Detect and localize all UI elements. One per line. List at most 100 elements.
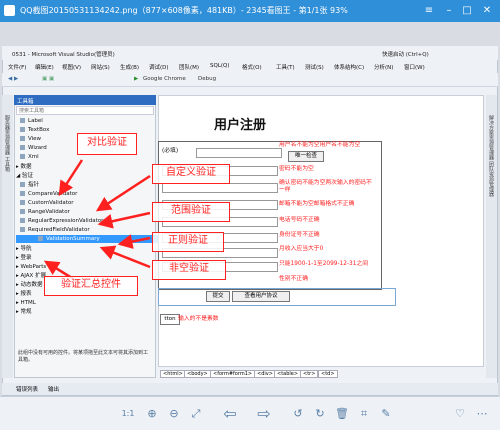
toolbox-item-rangevalidator[interactable]: RangeValidator: [20, 208, 70, 216]
error-email: 邮箱不能为空邮箱格式不正确: [279, 201, 355, 207]
actual-size-button[interactable]: 1:1: [118, 407, 138, 421]
read-agreement-button[interactable]: 查看用户协议: [232, 291, 290, 302]
confirm-password-input[interactable]: [162, 183, 278, 193]
crumb-tr[interactable]: <tr>: [300, 370, 319, 378]
crumb-html[interactable]: <html>: [160, 370, 186, 378]
menu-build[interactable]: 生成(B): [120, 63, 139, 71]
menu-website[interactable]: 网站(S): [91, 63, 110, 71]
vs-toolbar: ◀ ▶ ▣ ▣ ▶ Google Chrome Debug: [2, 73, 498, 87]
save-icon[interactable]: ▣ ▣: [42, 76, 54, 82]
toolbox-group-navigation[interactable]: ▸ 导航: [16, 245, 32, 253]
toolbox-item-requiredfieldvalidator[interactable]: RequiredFieldValidator: [20, 226, 90, 234]
toolbox-item-view[interactable]: View: [20, 135, 41, 143]
pointer-icon: [20, 182, 25, 187]
annotation-required: 非空验证: [152, 260, 226, 280]
toolbox-item-customvalidator[interactable]: CustomValidator: [20, 199, 73, 207]
config-select[interactable]: Debug: [198, 76, 216, 82]
control-icon: [38, 236, 43, 241]
rotate-right-icon[interactable]: ↻: [312, 407, 328, 421]
toolbox-item-comparevalidator[interactable]: CompareValidator: [20, 190, 77, 198]
toolbox-group-ajax[interactable]: ▸ AJAX 扩展: [16, 272, 46, 280]
menu-test[interactable]: 测试(S): [305, 63, 324, 71]
vs-title: 0531 - Microsoft Visual Studio(管理员): [12, 52, 115, 58]
annotation-summary: 验证汇总控件: [44, 276, 138, 296]
control-icon: [20, 209, 25, 214]
app-icon: [4, 5, 15, 16]
next-icon[interactable]: ⇨: [252, 406, 276, 422]
menu-view[interactable]: 视图(V): [62, 63, 81, 71]
menu-debug[interactable]: 调试(D): [149, 63, 169, 71]
toolbox-search-input[interactable]: 搜索工具箱: [16, 106, 154, 115]
crumb-form[interactable]: <form#form1>: [210, 370, 256, 378]
toolbox-group-login[interactable]: ▸ 登录: [16, 254, 32, 262]
toolbox-item-xml[interactable]: Xml: [20, 153, 39, 161]
crumb-table[interactable]: <table>: [274, 370, 302, 378]
fit-icon[interactable]: ⤢: [188, 407, 204, 421]
fragment-button[interactable]: tton: [160, 314, 180, 325]
toolbox-item-textbox[interactable]: TextBox: [20, 126, 49, 134]
zoom-out-icon[interactable]: ⊖: [166, 407, 182, 421]
annotation-compare: 对比验证: [77, 133, 137, 155]
edit-icon[interactable]: ✎: [378, 407, 394, 421]
side-strip-left-label[interactable]: 服务器资源管理器 工具箱: [4, 115, 11, 172]
minimize-icon[interactable]: –: [440, 3, 458, 18]
menu-window[interactable]: 窗口(W): [404, 63, 425, 71]
viewer-toolbar: 1:1 ⊕ ⊖ ⤢ ⇦ ⇨ ↺ ↻ 🗑 ⌗ ✎ ♡ ⋯: [0, 396, 500, 430]
submit-button[interactable]: 提交: [206, 291, 230, 302]
error-prime: 输入的不是素数: [178, 316, 219, 322]
side-strip-right-label[interactable]: 解决方案资源管理器 团队资源管理器: [488, 115, 495, 197]
vs-menubar: 文件(F) 编辑(E) 视图(V) 网站(S) 生成(B) 调试(D) 团队(M…: [2, 60, 498, 73]
username-input[interactable]: [196, 148, 282, 158]
toolbox-group-webparts[interactable]: ▸ WebParts: [16, 263, 46, 271]
menu-architecture[interactable]: 体系结构(C): [334, 63, 364, 71]
toolbox-item-validationsummary[interactable]: ValidationSummary: [16, 235, 172, 243]
close-icon[interactable]: ✕: [478, 3, 496, 18]
delete-icon[interactable]: 🗑: [334, 407, 350, 421]
menu-team[interactable]: 团队(M): [179, 63, 199, 71]
run-icon[interactable]: ▶: [134, 76, 138, 82]
toolbox-hint: 此组中没有可用的控件。将某项拖至此文本可将其添加到工具箱。: [18, 350, 149, 363]
maximize-icon[interactable]: □: [458, 3, 476, 18]
unique-check-button[interactable]: 唯一检查: [288, 151, 324, 162]
toolbox-group-data[interactable]: ▸ 数据: [16, 163, 32, 171]
tab-error-list[interactable]: 错误列表: [16, 385, 38, 393]
control-icon: [20, 136, 25, 141]
menu-edit[interactable]: 编辑(E): [35, 63, 54, 71]
toolbox-group-dynamic-data[interactable]: ▸ 动态数据: [16, 281, 43, 289]
toolbox-group-reports[interactable]: ▸ 报表: [16, 290, 32, 298]
toolbox-item-wizard[interactable]: Wizard: [20, 144, 47, 152]
vs-titlebar: 0531 - Microsoft Visual Studio(管理员) 快速启动…: [2, 46, 498, 60]
menu-analyze[interactable]: 分析(N): [374, 63, 393, 71]
favorite-icon[interactable]: ♡: [452, 407, 468, 421]
menu-format[interactable]: 格式(O): [242, 63, 262, 71]
menu-icon[interactable]: ≡: [420, 3, 438, 18]
toolbox-item-label[interactable]: Label: [20, 117, 43, 125]
menu-tools[interactable]: 工具(T): [276, 63, 295, 71]
error-confirm-password: 确认密码不能为空两次输入的密码不一样: [279, 180, 372, 193]
previous-icon[interactable]: ⇦: [218, 406, 242, 422]
control-icon: [20, 145, 25, 150]
back-icon[interactable]: ◀ ▶: [8, 76, 18, 82]
crumb-div[interactable]: <div>: [254, 370, 276, 378]
toolbox-title: 工具箱: [17, 99, 34, 105]
crumb-body[interactable]: <body>: [184, 370, 211, 378]
toolbox-item-regularexpressionvalidator[interactable]: RegularExpressionValidator: [20, 217, 103, 225]
toolbox-group-html[interactable]: ▸ HTML: [16, 299, 36, 307]
menu-sql[interactable]: SQL(Q): [210, 63, 230, 69]
crop-icon[interactable]: ⌗: [356, 407, 372, 421]
browser-select[interactable]: Google Chrome: [143, 76, 186, 82]
more-icon[interactable]: ⋯: [474, 407, 490, 421]
tag-breadcrumb: <html> <body> <form#form1> <div> <table>…: [158, 369, 484, 378]
toolbox-header: 工具箱: [14, 95, 156, 105]
zoom-in-icon[interactable]: ⊕: [144, 407, 160, 421]
toolbox-item-pointer[interactable]: 指针: [20, 181, 39, 189]
toolbox-group-validation[interactable]: ◢ 验证: [16, 172, 33, 180]
rotate-left-icon[interactable]: ↺: [290, 407, 306, 421]
quick-launch[interactable]: 快速启动 (Ctrl+Q): [382, 50, 429, 58]
page-title: 用户注册: [214, 118, 267, 133]
crumb-td[interactable]: <td>: [318, 370, 338, 378]
menu-file[interactable]: 文件(F): [8, 63, 26, 71]
error-phone: 电话号码不正确: [279, 217, 320, 223]
toolbox-group-general[interactable]: ▸ 常规: [16, 308, 32, 316]
tab-output[interactable]: 输出: [48, 385, 59, 393]
